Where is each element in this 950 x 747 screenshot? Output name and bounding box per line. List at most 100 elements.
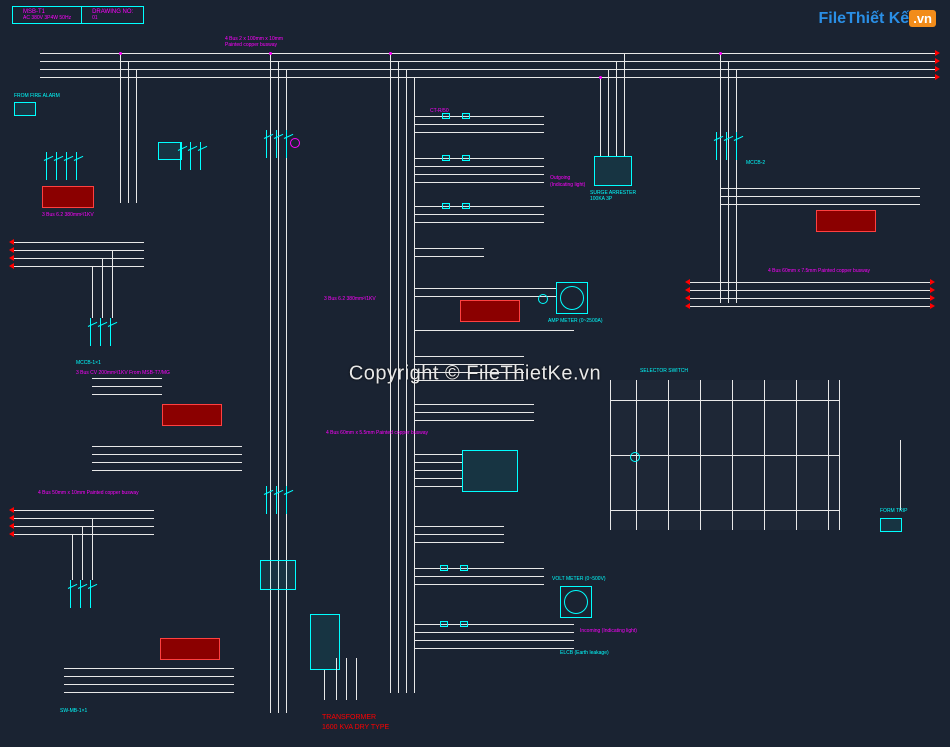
- cable-label: 3 Bus CV 200mm²/1KV From MSB-T7/MG: [76, 370, 170, 376]
- feed-bus: [14, 510, 154, 511]
- branch: [414, 158, 544, 159]
- wire: [796, 380, 797, 530]
- out-arrow: [9, 239, 14, 245]
- device: [462, 113, 470, 119]
- drop-line: [128, 61, 129, 203]
- branch: [414, 132, 544, 133]
- busbar-r: [40, 53, 935, 54]
- out-arrow: [685, 287, 690, 293]
- switch-top: [180, 142, 206, 170]
- acb-left: [46, 152, 88, 180]
- cable-right: 4 Bus 60mm x 7.5mm Painted copper busway: [768, 268, 870, 274]
- copyright-overlay: Copyright © FileThietKe.vn: [349, 362, 601, 385]
- branch: [720, 188, 920, 189]
- wire: [92, 266, 93, 318]
- wire: [610, 400, 840, 401]
- junction: [389, 52, 392, 55]
- branch: [414, 542, 504, 543]
- device: [460, 565, 468, 571]
- out-arrow: [930, 279, 935, 285]
- out-arrow: [930, 295, 935, 301]
- bus-arrow: [935, 66, 940, 72]
- busbar-label2: Painted copper busway: [225, 42, 277, 48]
- busbar-t: [40, 69, 935, 70]
- mccb-label: MCCB-1×1: [76, 360, 101, 366]
- device: [462, 203, 470, 209]
- device: [440, 565, 448, 571]
- fire-alarm-terminal: [14, 102, 36, 116]
- bus-arrow: [935, 50, 940, 56]
- out-arrow: [9, 531, 14, 537]
- branch: [414, 470, 462, 471]
- wire: [610, 510, 840, 511]
- wire: [64, 692, 234, 693]
- right-out-bus: [690, 290, 930, 291]
- voltage-spec: AC 380V 3P4W 50Hz: [23, 15, 71, 21]
- out-arrow: [9, 515, 14, 521]
- transformer-label2: 1600 KVA DRY TYPE: [322, 724, 389, 731]
- branch: [414, 420, 534, 421]
- left-out-bus: [14, 250, 144, 251]
- trip-terminal: [880, 518, 902, 532]
- center-switch-b: [266, 486, 292, 514]
- wire: [92, 446, 242, 447]
- branch: [414, 296, 574, 297]
- branch: [414, 568, 544, 569]
- surge-drop: [624, 53, 625, 157]
- wire: [732, 380, 733, 530]
- branch: [414, 584, 544, 585]
- wire: [92, 394, 162, 395]
- right-drop: [736, 69, 737, 303]
- out-arrow: [9, 255, 14, 261]
- wire: [112, 250, 113, 318]
- ct-block-left2: [160, 638, 220, 660]
- mccb-label: MCCB-2: [746, 160, 765, 166]
- branch: [414, 526, 504, 527]
- left-out-bus: [14, 242, 144, 243]
- right-out-bus: [690, 298, 930, 299]
- out-arrow: [930, 287, 935, 293]
- wire: [102, 258, 103, 318]
- branch: [414, 206, 544, 207]
- wire: [700, 380, 701, 530]
- right-out-bus: [690, 282, 930, 283]
- branch: [414, 288, 574, 289]
- wire: [336, 658, 337, 700]
- center-switch-a: [266, 130, 292, 158]
- surge-drop: [616, 61, 617, 157]
- volt-meter-label: VOLT METER (0~500V): [552, 576, 606, 582]
- branch: [414, 454, 462, 455]
- main-vertical-6: [406, 69, 407, 693]
- device: [462, 155, 470, 161]
- mccb-left1: [90, 318, 120, 346]
- wire: [92, 378, 162, 379]
- amp-meter: [556, 282, 588, 314]
- junction: [119, 52, 122, 55]
- right-out-bus: [690, 306, 930, 307]
- branch: [414, 248, 484, 249]
- trip-label: FORM TRIP: [880, 508, 907, 514]
- left-out-bus: [14, 258, 144, 259]
- wire: [92, 470, 242, 471]
- mccb-left2: [70, 580, 100, 608]
- drawing-no-label: DRAWING NO:: [92, 9, 133, 15]
- wire: [64, 668, 234, 669]
- branch: [414, 182, 544, 183]
- drop-line: [136, 69, 137, 203]
- cable-label: 4 Bus 60mm x 5.5mm Painted copper busway: [326, 430, 428, 436]
- feed-bus: [14, 534, 154, 535]
- branch: [414, 478, 462, 479]
- out-arrow: [9, 263, 14, 269]
- sw-label: SW-MB-1×1: [60, 708, 87, 714]
- branch: [414, 330, 574, 331]
- branch: [414, 124, 544, 125]
- branch: [414, 486, 462, 487]
- wire: [64, 676, 234, 677]
- selector-label: SELECTOR SWITCH: [640, 368, 688, 374]
- branch: [414, 166, 544, 167]
- wire: [82, 526, 83, 580]
- cable-center: 3 Bus 6.2 380mm²/1KV: [324, 296, 376, 302]
- branch: [414, 364, 524, 365]
- branch: [414, 534, 504, 535]
- branch: [414, 372, 524, 373]
